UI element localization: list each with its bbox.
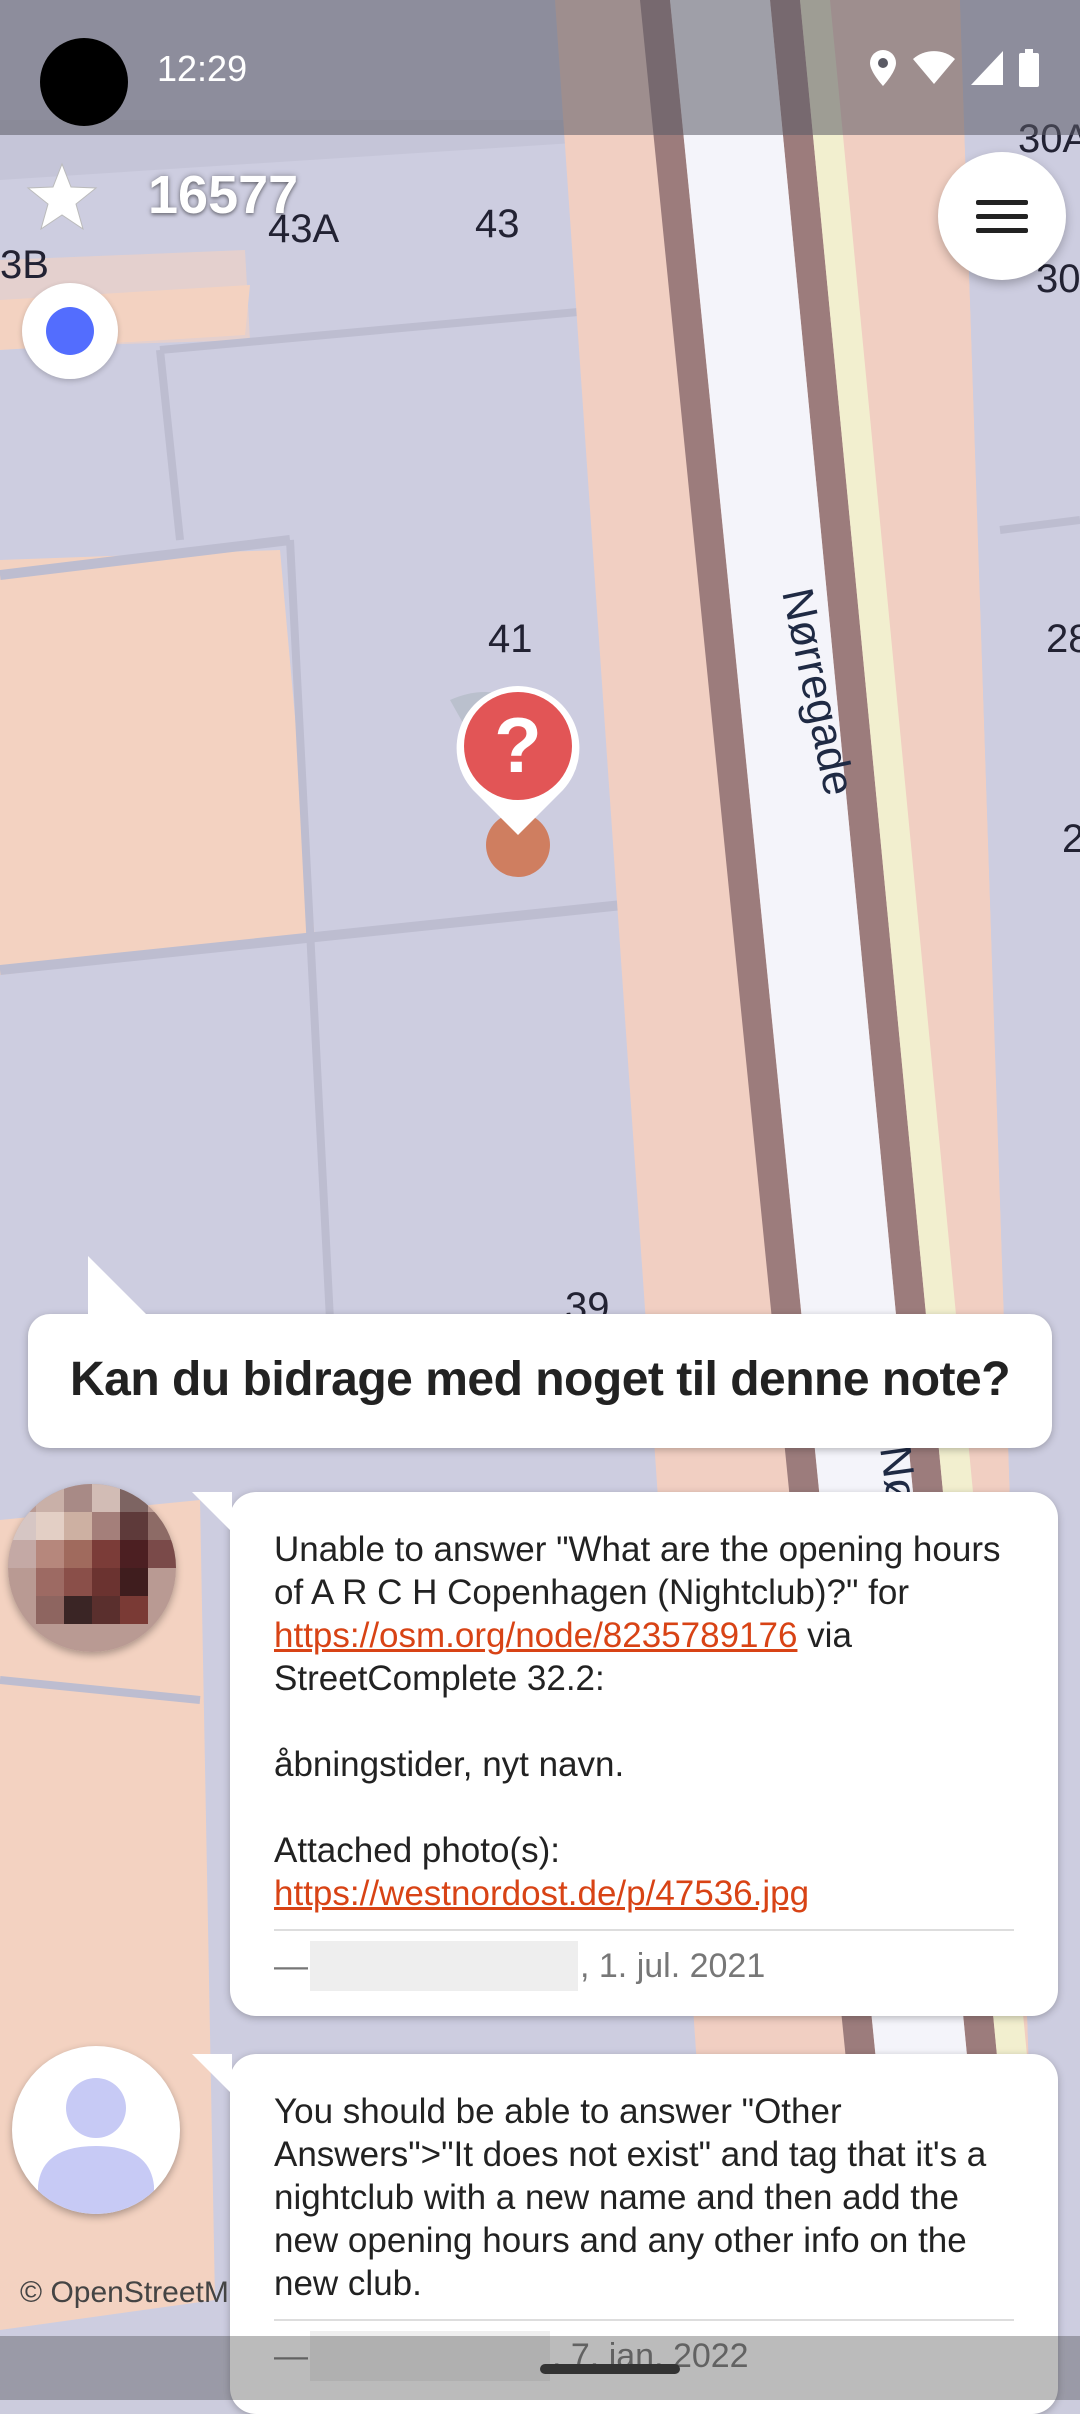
comment-tail [192,2054,232,2094]
commenter-avatar [8,1484,176,1652]
status-time: 12:29 [157,48,248,89]
person-icon [38,2078,154,2214]
signal-icon [971,51,1003,85]
note-comment: Unable to answer "What are the opening h… [192,1492,1058,2016]
commenter-avatar-default [12,2046,180,2214]
note-question-text: Kan du bidrage med noget til denne note? [70,1353,1011,1406]
status-icons [868,48,1040,88]
comment-text: Unable to answer "What are the opening h… [274,1528,1014,1915]
star-icon[interactable] [26,160,98,232]
location-icon [870,50,896,86]
house-number-3b: 3B [0,243,49,287]
divider [274,1929,1014,1931]
menu-button[interactable] [938,152,1066,280]
svg-text:?: ? [494,701,542,789]
pixelated-avatar-icon [8,1484,176,1652]
menu-icon-line [976,228,1028,233]
battery-icon [1019,49,1039,87]
comment-meta: — , 1. jul. 2021 [274,1941,1014,1991]
map-attribution[interactable]: © OpenStreetMap [20,2276,230,2310]
house-number-28: 28 [1046,617,1080,661]
current-location-marker [22,283,118,379]
wifi-icon [913,51,955,84]
photo-link[interactable]: https://westnordost.de/p/47536.jpg [274,1874,809,1913]
house-number-2: 2 [1062,817,1080,861]
status-bar: 12:29 [0,0,1080,135]
comment-text-part: Unable to answer "What are the opening h… [274,1530,1011,1612]
comment-date: , 1. jul. 2021 [580,1946,766,1985]
map-view[interactable]: 43A 43 3B 41 39 30A 30 28 2 Nørregade Nø… [0,0,1080,2400]
menu-icon-line [976,214,1028,219]
comment-text: You should be able to answer "Other Answ… [274,2092,996,2303]
answer-count[interactable]: 16577 [148,164,298,226]
comment-tail [192,1492,232,1532]
redacted-author-name [310,1941,578,1991]
divider [274,2319,1014,2321]
camera-cutout [40,38,128,126]
menu-icon-line [976,200,1028,205]
house-number-43: 43 [475,202,520,246]
author-prefix: — [274,1946,308,1985]
osm-node-link[interactable]: https://osm.org/node/8235789176 [274,1616,797,1655]
home-gesture-handle[interactable] [540,2364,680,2374]
house-number-41: 41 [488,617,533,661]
note-question-bubble: Kan du bidrage med noget til denne note? [28,1256,1052,1448]
